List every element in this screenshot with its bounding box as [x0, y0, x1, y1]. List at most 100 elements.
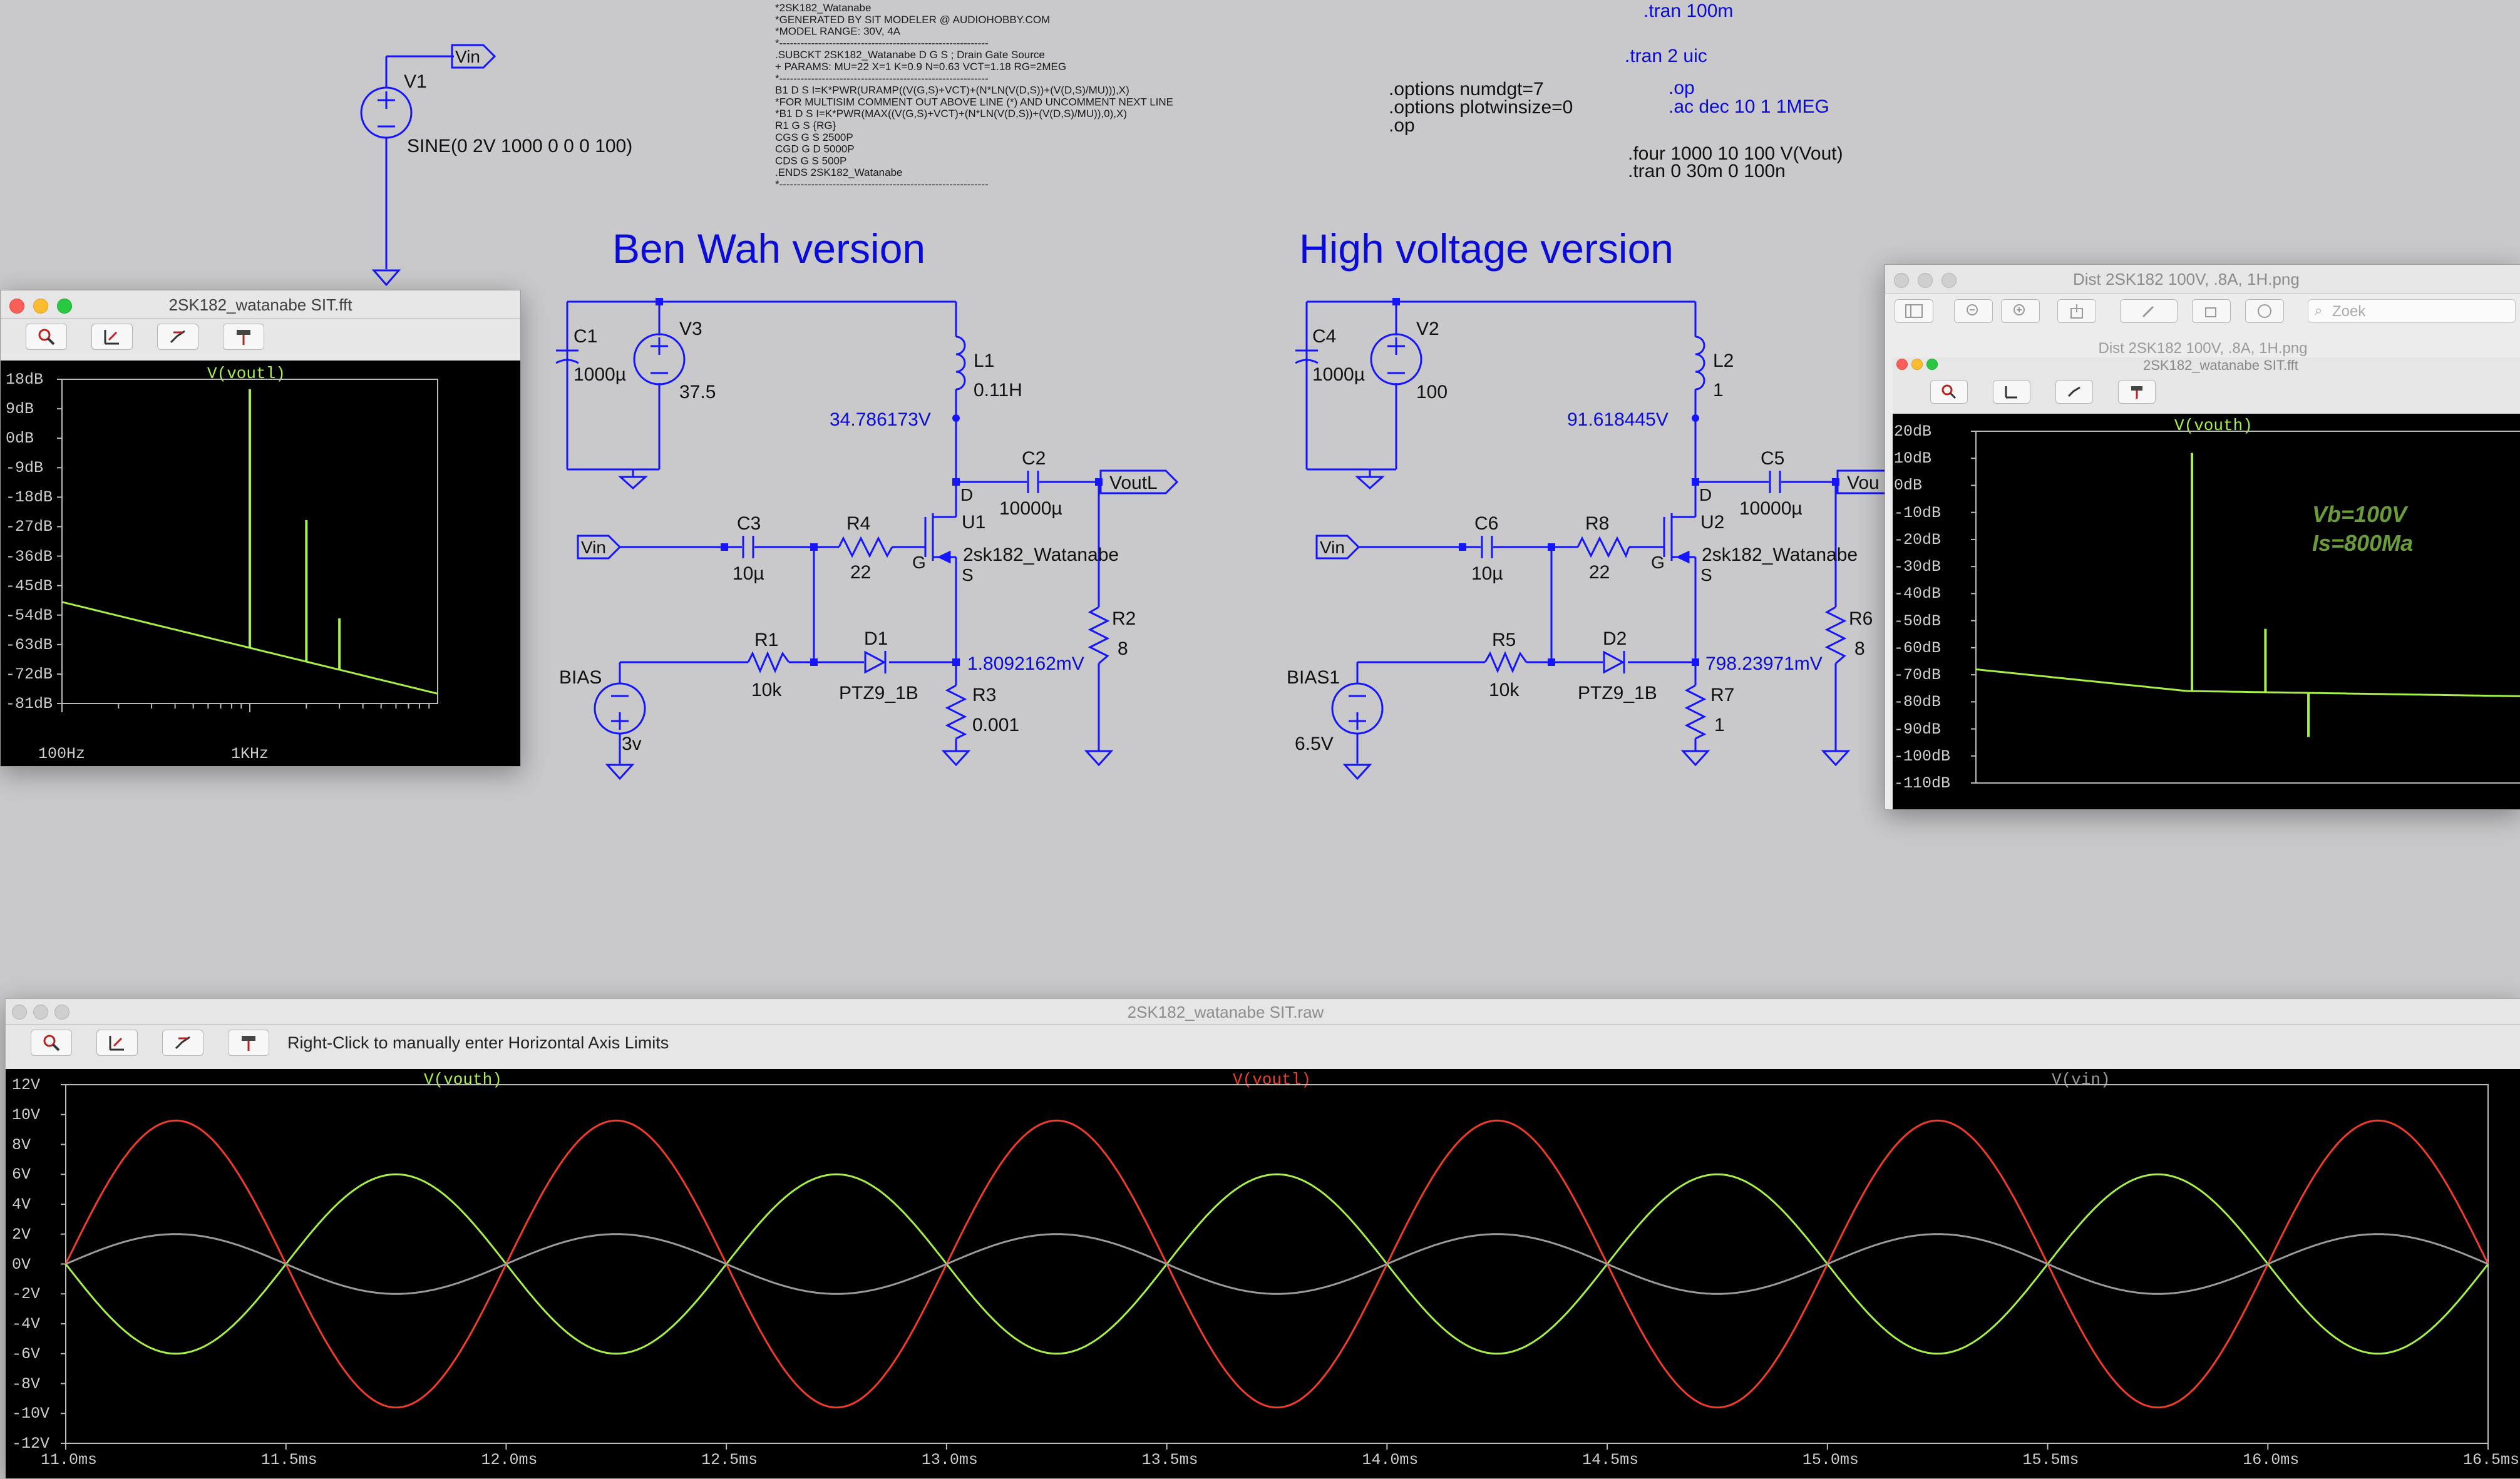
u1-name: U1: [962, 512, 985, 533]
r7-value: 1: [1714, 715, 1725, 735]
raw-window-titlebar[interactable]: 2SK182_watanabe SIT.raw: [6, 999, 2520, 1025]
trace-voutl[interactable]: [64, 1119, 2489, 1409]
trace-vouth[interactable]: [64, 1173, 2489, 1355]
share-icon[interactable]: [2057, 299, 2096, 323]
c2-value: 10000µ: [999, 498, 1062, 519]
bias-source-left[interactable]: [594, 682, 646, 735]
fft-plot-area[interactable]: V(voutl) 18dB 9dB 0dB -9dB -18dB -27dB -36dB -4…: [1, 361, 520, 766]
voutl-label: VoutL: [1099, 469, 1179, 494]
embedded-close-button: [1896, 359, 1908, 370]
c1-name: C1: [573, 326, 597, 347]
u1-source-pin: S: [962, 565, 974, 585]
v1-value: SINE(0 2V 1000 0 0 0 100): [407, 136, 632, 156]
r1-value: 10k: [751, 680, 782, 700]
preview-plot-frame: [1975, 431, 2520, 784]
autorange-icon[interactable]: [91, 324, 133, 350]
source-voltage-left: 1.8092162mV: [967, 653, 1084, 674]
r8-value: 22: [1589, 562, 1610, 583]
embedded-window-title: 2SK182_watanabe SIT.fft: [2143, 357, 2298, 373]
probe-icon: [2118, 380, 2156, 404]
sidebar-icon[interactable]: [1895, 299, 1933, 323]
close-window-button[interactable]: [1894, 273, 1909, 288]
r3-resistor[interactable]: [945, 684, 967, 740]
axis-limits-hint: Right-Click to manually enter Horizontal…: [287, 1033, 669, 1052]
r5-resistor[interactable]: [1484, 651, 1528, 673]
probe-icon[interactable]: [223, 324, 264, 350]
pan-icon[interactable]: [162, 1030, 203, 1056]
minimize-window-button[interactable]: [1918, 273, 1933, 288]
d2-name: D2: [1603, 628, 1627, 649]
zoom-in-icon[interactable]: [2001, 299, 2040, 323]
r2-name: R2: [1112, 608, 1136, 629]
l1-value: 0.11H: [974, 380, 1022, 401]
u2-gate-pin: G: [1651, 553, 1665, 572]
d1-diode[interactable]: [864, 650, 887, 674]
zoom-window-button[interactable]: [1941, 273, 1957, 288]
c5-capacitor[interactable]: [1769, 471, 1781, 493]
preview-toolbar: ⌕ Zoek: [1885, 294, 2520, 325]
options-line: .options plotwinsize=0: [1389, 97, 1573, 118]
zoom-icon: [1930, 380, 1968, 404]
rotate-icon[interactable]: [2192, 299, 2231, 323]
netlist-line: R1 G S {RG}: [775, 120, 836, 131]
vin-label-right: Vin: [1315, 535, 1360, 560]
preview-window-titlebar[interactable]: Dist 2SK182 100V, .8A, 1H.png: [1885, 265, 2520, 294]
netlist-line: CGD G D 5000P: [775, 143, 855, 155]
fft-window-titlebar[interactable]: 2SK182_watanabe SIT.fft: [1, 290, 520, 319]
r7-resistor[interactable]: [1684, 684, 1707, 740]
op-directive: .op: [1669, 78, 1695, 98]
preview-window[interactable]: Dist 2SK182 100V, .8A, 1H.png ⌕ Zoek Dis…: [1885, 264, 2520, 810]
c3-capacitor[interactable]: [742, 536, 754, 558]
raw-window[interactable]: 2SK182_watanabe SIT.raw Right-Click to m…: [5, 998, 2520, 1479]
r2-value: 8: [1118, 638, 1128, 659]
probe-icon[interactable]: [228, 1030, 269, 1056]
r1-resistor[interactable]: [747, 651, 790, 673]
v2-source[interactable]: [1370, 333, 1422, 386]
annotate-icon[interactable]: [2245, 299, 2284, 323]
netlist-line: CDS G S 500P: [775, 155, 846, 166]
v3-source[interactable]: [633, 333, 686, 386]
d2-model: PTZ9_1B: [1578, 683, 1657, 704]
r5-name: R5: [1492, 630, 1516, 650]
fft-toolbar: [1, 319, 520, 352]
r8-resistor[interactable]: [1576, 536, 1630, 558]
d2-diode[interactable]: [1603, 650, 1625, 674]
autorange-icon[interactable]: [96, 1030, 138, 1056]
l2-value: 1: [1713, 380, 1724, 401]
netlist-line: B1 D S I=K*PWR(URAMP((V(G,S)+VCT)+(N*LN(…: [775, 84, 1129, 96]
vin-label-v1: Vin: [451, 44, 496, 69]
r6-resistor[interactable]: [1824, 606, 1847, 665]
netlist-line: *FOR MULTISIM COMMENT OUT ABOVE LINE (*)…: [775, 96, 1173, 108]
preview-plot-area: V(vouth) Vb=100V Is=800Ma 20dB 10dB 0dB -10…: [1893, 414, 2520, 809]
pan-icon[interactable]: [157, 324, 198, 350]
raw-waveform-chart[interactable]: [6, 1069, 2520, 1478]
vout-label-right: Vou: [1836, 469, 1892, 494]
netlist-line: *GENERATED BY SIT MODELER @ AUDIOHOBBY.C…: [775, 14, 1050, 26]
raw-plot-area[interactable]: V(vouth) V(voutl) V(vin) 12V 10V 8V 6V 4V 2V 0…: [6, 1069, 2520, 1478]
fft-chart[interactable]: [1, 361, 520, 766]
raw-plot-frame: [65, 1084, 2489, 1444]
r7-name: R7: [1710, 685, 1734, 705]
preview-subtitle: Dist 2SK182 100V, .8A, 1H.png: [2098, 340, 2308, 357]
search-field[interactable]: ⌕ Zoek: [2308, 299, 2516, 323]
preview-chart: [1971, 431, 2520, 784]
v1-name: V1: [404, 71, 427, 92]
zoom-icon[interactable]: [26, 324, 67, 350]
options-directives: .options numdgt=7.options plotwinsize=0.…: [1389, 79, 1573, 136]
search-placeholder: Zoek: [2332, 303, 2366, 320]
svg-text:Vin: Vin: [1320, 538, 1345, 557]
tran-directive-3: .tran 0 30m 0 100n: [1628, 161, 1786, 182]
r2-resistor[interactable]: [1088, 606, 1110, 665]
r4-resistor[interactable]: [838, 536, 893, 558]
bias-source-right[interactable]: [1331, 682, 1384, 735]
markup-icon[interactable]: [2120, 299, 2178, 323]
c2-capacitor[interactable]: [1027, 471, 1039, 493]
netlist-line: *---------------------------------------…: [775, 37, 989, 49]
fft-window[interactable]: 2SK182_watanabe SIT.fft V(voutl) 18dB 9dB…: [0, 290, 521, 767]
r6-name: R6: [1849, 608, 1873, 629]
raw-window-title: 2SK182_watanabe SIT.raw: [1127, 1003, 1324, 1021]
trace-vin[interactable]: [65, 1233, 2489, 1295]
c6-capacitor[interactable]: [1481, 536, 1493, 558]
zoom-out-icon[interactable]: [1954, 299, 1993, 323]
zoom-icon[interactable]: [31, 1030, 72, 1056]
